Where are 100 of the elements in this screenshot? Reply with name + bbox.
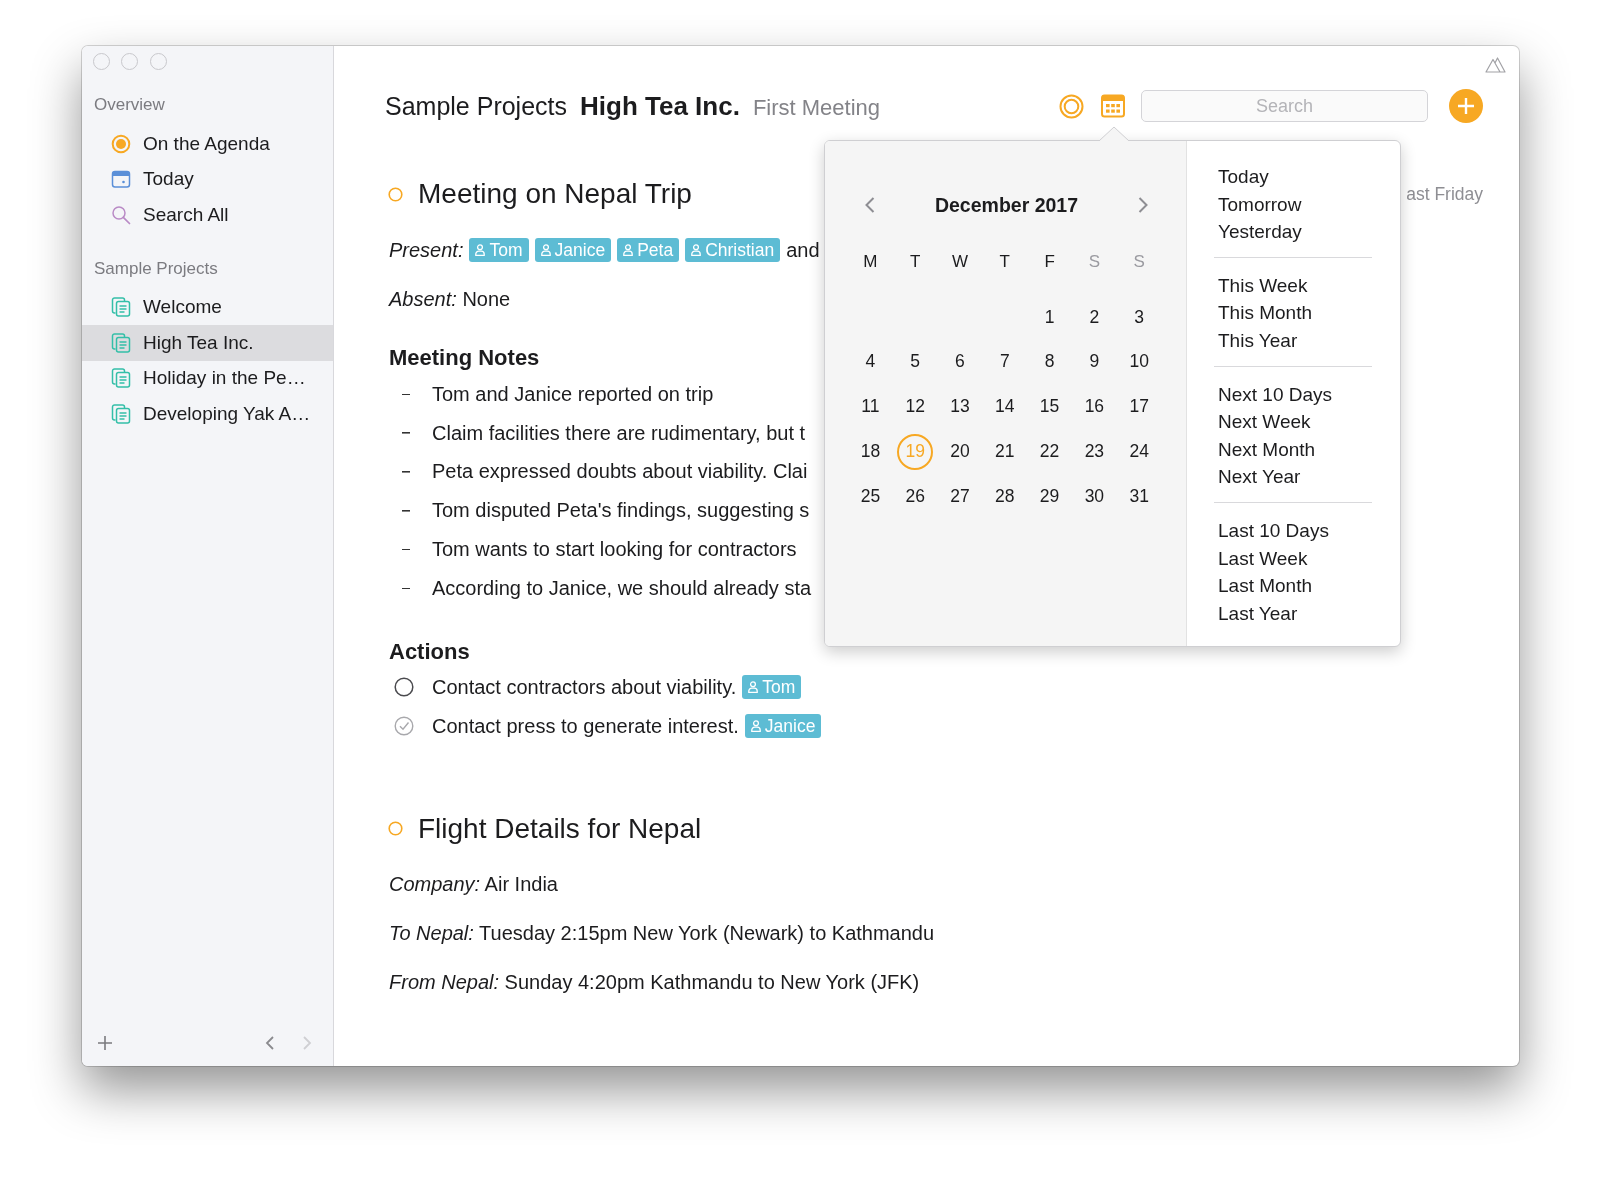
checked-checkbox-icon[interactable] (394, 716, 414, 737)
date-shortcut[interactable]: Tomorrow (1218, 190, 1302, 219)
calendar-day[interactable]: 7 (986, 344, 1023, 380)
dash-icon (402, 587, 410, 590)
note-text: Claim facilities there are rudimentary, but t (432, 421, 806, 445)
calendar-day[interactable]: 22 (1031, 433, 1068, 470)
calendar-day[interactable]: 26 (897, 478, 934, 515)
weekday-label: T (999, 252, 1010, 273)
sidebar-item[interactable]: Developing Yak A… (82, 396, 333, 432)
person-icon (748, 681, 759, 694)
calendar-day[interactable]: 28 (986, 478, 1023, 515)
sidebar-item[interactable]: On the Agenda (82, 126, 333, 162)
date-shortcut[interactable]: Next Month (1218, 435, 1316, 464)
calendar-day[interactable]: 11 (852, 388, 889, 425)
date-shortcut[interactable]: Yesterday (1218, 218, 1302, 246)
calendar-day[interactable]: 12 (897, 388, 934, 425)
person-icon (691, 244, 702, 256)
calendar-day[interactable]: 6 (942, 344, 978, 380)
sidebar-section-title: Sample Projects (93, 257, 218, 280)
calendar-day[interactable]: 1 (1031, 299, 1068, 336)
calendar-day[interactable]: 13 (942, 388, 978, 425)
weekday-label: F (1044, 252, 1055, 273)
note-text: Peta expressed doubts about viability. Clai (432, 460, 808, 484)
note-text: Tom disputed Peta's findings, suggesting s (432, 499, 810, 523)
calendar-icon[interactable] (1101, 94, 1125, 118)
calendar-day[interactable]: 10 (1121, 344, 1158, 380)
dash-icon (402, 471, 410, 473)
window-zoom-button[interactable] (149, 53, 167, 70)
add-button[interactable] (1449, 89, 1483, 123)
dash-icon (402, 393, 410, 396)
documents-icon (111, 403, 131, 424)
project-name: Sample Projects (385, 91, 568, 121)
sidebar-section-title: Overview (93, 94, 165, 116)
task-status-icon[interactable] (388, 821, 403, 837)
calendar-day[interactable]: 25 (852, 478, 889, 515)
ring-icon[interactable] (1059, 93, 1084, 119)
sidebar-item[interactable]: High Tea Inc. (82, 325, 333, 361)
date-shortcut[interactable]: Last Month (1218, 572, 1312, 600)
date-shortcut[interactable]: Next Year (1218, 463, 1301, 491)
calendar-day[interactable]: 20 (942, 433, 978, 470)
calendar-day[interactable]: 16 (1076, 388, 1113, 425)
action-text: Contact press to generate interest. (432, 714, 739, 738)
date-shortcut[interactable]: Last 10 Days (1218, 516, 1329, 545)
calendar-day[interactable]: 27 (942, 478, 978, 515)
date-shortcut[interactable]: Last Year (1218, 599, 1298, 628)
window-minimize-button[interactable] (121, 53, 138, 70)
calendar-day[interactable]: 29 (1031, 478, 1068, 515)
calendar-day[interactable]: 14 (986, 388, 1023, 425)
chevron-right-icon[interactable] (1137, 196, 1149, 214)
calendar-day[interactable]: 18 (852, 433, 889, 470)
field-text: From Nepal: Sunday 4:20pm Kathmandu to New York (JFK) (389, 971, 920, 995)
documents-icon (111, 332, 131, 353)
calendar-day[interactable]: 17 (1121, 388, 1158, 425)
sidebar-item[interactable]: Holiday in the Pe… (82, 360, 333, 396)
date-shortcut[interactable]: Next 10 Days (1218, 380, 1333, 409)
dash-icon (402, 432, 410, 434)
document-subtitle: First Meeting (752, 94, 881, 121)
date-shortcut[interactable]: Today (1218, 163, 1269, 191)
calendar-day[interactable]: 9 (1076, 344, 1113, 380)
calendar-day[interactable]: 31 (1121, 478, 1158, 515)
plus-icon[interactable] (97, 1035, 113, 1051)
date-shortcut[interactable]: This Week (1218, 271, 1308, 300)
task-status-icon[interactable] (388, 186, 403, 202)
calendar-day[interactable]: 8 (1031, 344, 1068, 380)
action-text: Contact contractors about viability. (432, 675, 737, 699)
field-value: and (786, 238, 820, 262)
note-text: According to Janice, we should already sta (432, 576, 812, 600)
calendar-day[interactable]: 30 (1076, 478, 1113, 515)
back-chevron-icon[interactable] (265, 1035, 275, 1051)
checkbox-icon[interactable] (394, 677, 414, 698)
document-title: High Tea Inc. (580, 90, 740, 122)
date-shortcut[interactable]: Last Week (1218, 544, 1308, 573)
calendar-day[interactable]: 2 (1076, 299, 1113, 336)
window-close-button[interactable] (92, 53, 110, 70)
calendar-day[interactable]: 15 (1031, 388, 1068, 425)
date-shortcut[interactable]: This Month (1218, 299, 1312, 327)
month-title: December 2017 (933, 193, 1080, 217)
calendar-icon (111, 169, 131, 190)
weekday-label: M (863, 252, 878, 273)
calendar-day[interactable]: 21 (986, 433, 1023, 470)
calendar-day[interactable]: 4 (852, 344, 889, 380)
person-icon (750, 720, 761, 733)
calendar-day[interactable]: 24 (1121, 433, 1158, 470)
sidebar-item[interactable]: Search All (82, 197, 333, 233)
weekday-label: S (1133, 252, 1145, 273)
sidebar-item[interactable]: Today (82, 161, 333, 197)
calendar-day[interactable]: 5 (897, 344, 934, 380)
triangles-icon[interactable] (1485, 56, 1506, 73)
task-title: Meeting on Nepal Trip (418, 178, 692, 210)
date-shortcut[interactable]: This Year (1218, 326, 1298, 355)
search-field[interactable]: Search (1141, 90, 1428, 122)
field-label: Present: (389, 238, 464, 262)
field-text: Absent: None (389, 287, 511, 311)
ring-dot-icon (111, 133, 131, 154)
chevron-left-icon[interactable] (864, 196, 876, 214)
date-shortcut[interactable]: Next Week (1218, 408, 1311, 436)
calendar-day[interactable]: 23 (1076, 433, 1113, 470)
note-text: Tom and Janice reported on trip (432, 382, 714, 406)
sidebar-item[interactable]: Welcome (82, 289, 333, 325)
calendar-day[interactable]: 3 (1121, 299, 1158, 336)
